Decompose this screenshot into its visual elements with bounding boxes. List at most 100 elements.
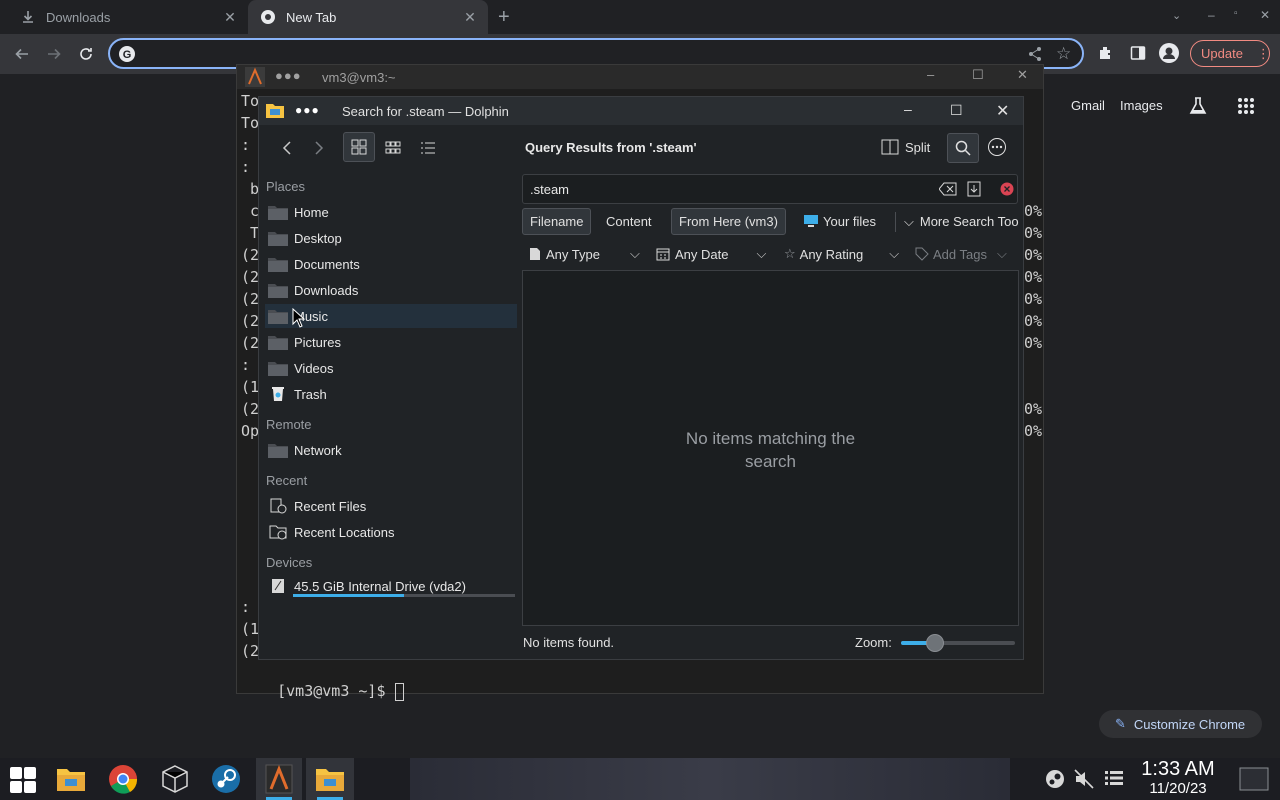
search-icon bbox=[955, 140, 971, 156]
back-icon[interactable] bbox=[275, 136, 299, 160]
maximize-icon[interactable]: ▫ bbox=[1234, 8, 1238, 19]
sidebar-item-trash[interactable]: Trash bbox=[265, 382, 517, 406]
add-tags-filter[interactable]: Add Tags ⌵ bbox=[915, 242, 1021, 266]
customize-chrome-button[interactable]: ✎ Customize Chrome bbox=[1099, 710, 1262, 738]
chevron-down-icon: ⌵ bbox=[629, 246, 640, 261]
any-rating-filter[interactable]: ☆ Any Rating ⌵ bbox=[784, 242, 899, 266]
extensions-icon[interactable] bbox=[1097, 44, 1115, 62]
close-search-icon[interactable] bbox=[1000, 182, 1014, 196]
terminal-app-icon bbox=[245, 67, 265, 87]
sidebar-item-documents[interactable]: Documents bbox=[265, 252, 517, 276]
minimize-icon[interactable]: – bbox=[904, 101, 912, 117]
profile-avatar[interactable] bbox=[1159, 43, 1179, 63]
sidebar-item-recent-locations[interactable]: Recent Locations bbox=[265, 520, 517, 544]
chrome-icon bbox=[260, 9, 276, 25]
more-options-icon[interactable] bbox=[987, 137, 1007, 157]
search-input[interactable]: .steam bbox=[522, 174, 1018, 204]
any-date-filter[interactable]: Any Date ⌵ bbox=[656, 242, 766, 266]
reload-icon[interactable] bbox=[72, 40, 100, 68]
bookmark-star-icon[interactable]: ☆ bbox=[1056, 44, 1071, 64]
sidebar-label: Trash bbox=[294, 386, 327, 402]
results-view[interactable]: No items matching the search bbox=[522, 270, 1019, 626]
close-icon[interactable]: ✕ bbox=[1260, 8, 1270, 22]
chip-label: More Search Too bbox=[919, 214, 1019, 229]
sidebar-item-network[interactable]: Network bbox=[265, 438, 517, 462]
terminal-line: (2 bbox=[241, 400, 260, 418]
steam-tray-icon[interactable] bbox=[1045, 769, 1065, 789]
virtualbox-taskbar-icon[interactable] bbox=[161, 764, 189, 794]
tab-downloads[interactable]: Downloads ✕ bbox=[8, 0, 248, 34]
minimize-icon[interactable]: – bbox=[927, 67, 934, 82]
documents-folder-icon bbox=[268, 256, 288, 272]
gmail-link[interactable]: Gmail bbox=[1071, 98, 1105, 113]
from-here-chip[interactable]: From Here (vm3) bbox=[671, 208, 786, 235]
close-icon[interactable]: ✕ bbox=[1017, 67, 1028, 83]
sidebar-item-videos[interactable]: Videos bbox=[265, 356, 517, 380]
clock-time: 1:33 AM bbox=[1141, 758, 1215, 780]
sidebar-item-desktop[interactable]: Desktop bbox=[265, 226, 517, 250]
compact-view-button[interactable] bbox=[381, 136, 405, 160]
share-icon[interactable] bbox=[1026, 45, 1044, 63]
prompt-text: [vm3@vm3 ~]$ bbox=[277, 682, 395, 700]
close-tab-icon[interactable]: ✕ bbox=[462, 9, 478, 25]
steam-taskbar-icon[interactable] bbox=[211, 764, 241, 794]
new-tab-button[interactable]: + bbox=[498, 7, 518, 27]
filename-chip[interactable]: Filename bbox=[522, 208, 592, 235]
dolphin-window[interactable]: ●●● Search for .steam — Dolphin – ☐ ✕ Pl… bbox=[258, 96, 1024, 660]
chip-label: Your files bbox=[823, 214, 876, 229]
save-search-icon[interactable] bbox=[967, 181, 981, 197]
music-folder-icon bbox=[268, 308, 288, 324]
images-link[interactable]: Images bbox=[1120, 98, 1163, 113]
zoom-slider-handle[interactable] bbox=[926, 634, 945, 652]
folder-app-icon bbox=[265, 101, 285, 119]
sidebar-item-pictures[interactable]: Pictures bbox=[265, 330, 517, 354]
side-panel-icon[interactable] bbox=[1130, 45, 1146, 61]
maximize-icon[interactable]: ☐ bbox=[950, 102, 963, 119]
clear-text-icon[interactable] bbox=[939, 182, 957, 196]
download-icon bbox=[20, 9, 36, 25]
query-results-header: Query Results from '.steam' bbox=[525, 140, 697, 155]
details-view-button[interactable] bbox=[416, 136, 440, 160]
terminal-line: 0% bbox=[1024, 246, 1043, 264]
close-tab-icon[interactable]: ✕ bbox=[222, 9, 238, 25]
clock[interactable]: 1:33 AM 11/20/23 bbox=[1130, 758, 1226, 797]
search-toggle-button[interactable] bbox=[947, 133, 979, 163]
sidebar-item-home[interactable]: Home bbox=[265, 200, 517, 224]
forward-icon[interactable] bbox=[40, 40, 68, 68]
chrome-taskbar-icon[interactable] bbox=[108, 764, 138, 794]
forward-icon[interactable] bbox=[307, 136, 331, 160]
tab-search-icon[interactable]: ⌄ bbox=[1172, 9, 1181, 22]
maximize-icon[interactable]: ☐ bbox=[972, 67, 984, 83]
back-icon[interactable] bbox=[8, 40, 36, 68]
volume-muted-icon[interactable] bbox=[1074, 769, 1094, 789]
terminal-line: c bbox=[241, 202, 260, 220]
sidebar-item-recent-files[interactable]: Recent Files bbox=[265, 494, 517, 518]
show-desktop-icon[interactable] bbox=[1239, 767, 1269, 791]
sidebar-item-downloads[interactable]: Downloads bbox=[265, 278, 517, 302]
apps-grid-icon[interactable] bbox=[1237, 97, 1255, 115]
empty-message-line: search bbox=[744, 452, 797, 471]
terminal-taskbar-button[interactable] bbox=[256, 758, 302, 800]
start-menu-icon[interactable] bbox=[9, 766, 37, 794]
zoom-slider[interactable] bbox=[901, 634, 1015, 652]
close-icon[interactable]: ✕ bbox=[996, 101, 1009, 121]
split-label: Split bbox=[905, 139, 931, 155]
dolphin-taskbar-button[interactable] bbox=[306, 758, 354, 800]
split-button[interactable]: Split bbox=[881, 134, 930, 160]
your-files-chip[interactable]: Your files bbox=[797, 208, 883, 235]
any-type-filter[interactable]: Any Type ⌵ bbox=[529, 242, 640, 266]
file-manager-taskbar-icon[interactable] bbox=[56, 766, 86, 792]
update-button[interactable]: Update ⋮ bbox=[1190, 40, 1270, 67]
content-chip[interactable]: Content bbox=[599, 208, 659, 235]
more-search-tools-chip[interactable]: ⌵ More Search Too bbox=[897, 208, 1021, 235]
desktop-folder-icon bbox=[268, 230, 288, 246]
tray-menu-icon[interactable] bbox=[1105, 770, 1123, 786]
labs-flask-icon[interactable] bbox=[1188, 96, 1208, 116]
window-menu-dots-icon[interactable]: ●●● bbox=[295, 103, 320, 117]
window-menu-dots-icon[interactable]: ●●● bbox=[275, 68, 302, 83]
minimize-icon[interactable]: – bbox=[1208, 8, 1215, 22]
icons-view-button[interactable] bbox=[343, 132, 375, 162]
tab-new-tab[interactable]: New Tab ✕ bbox=[248, 0, 488, 34]
filter-label: Any Date bbox=[675, 246, 729, 262]
sidebar-label: Downloads bbox=[294, 282, 359, 298]
